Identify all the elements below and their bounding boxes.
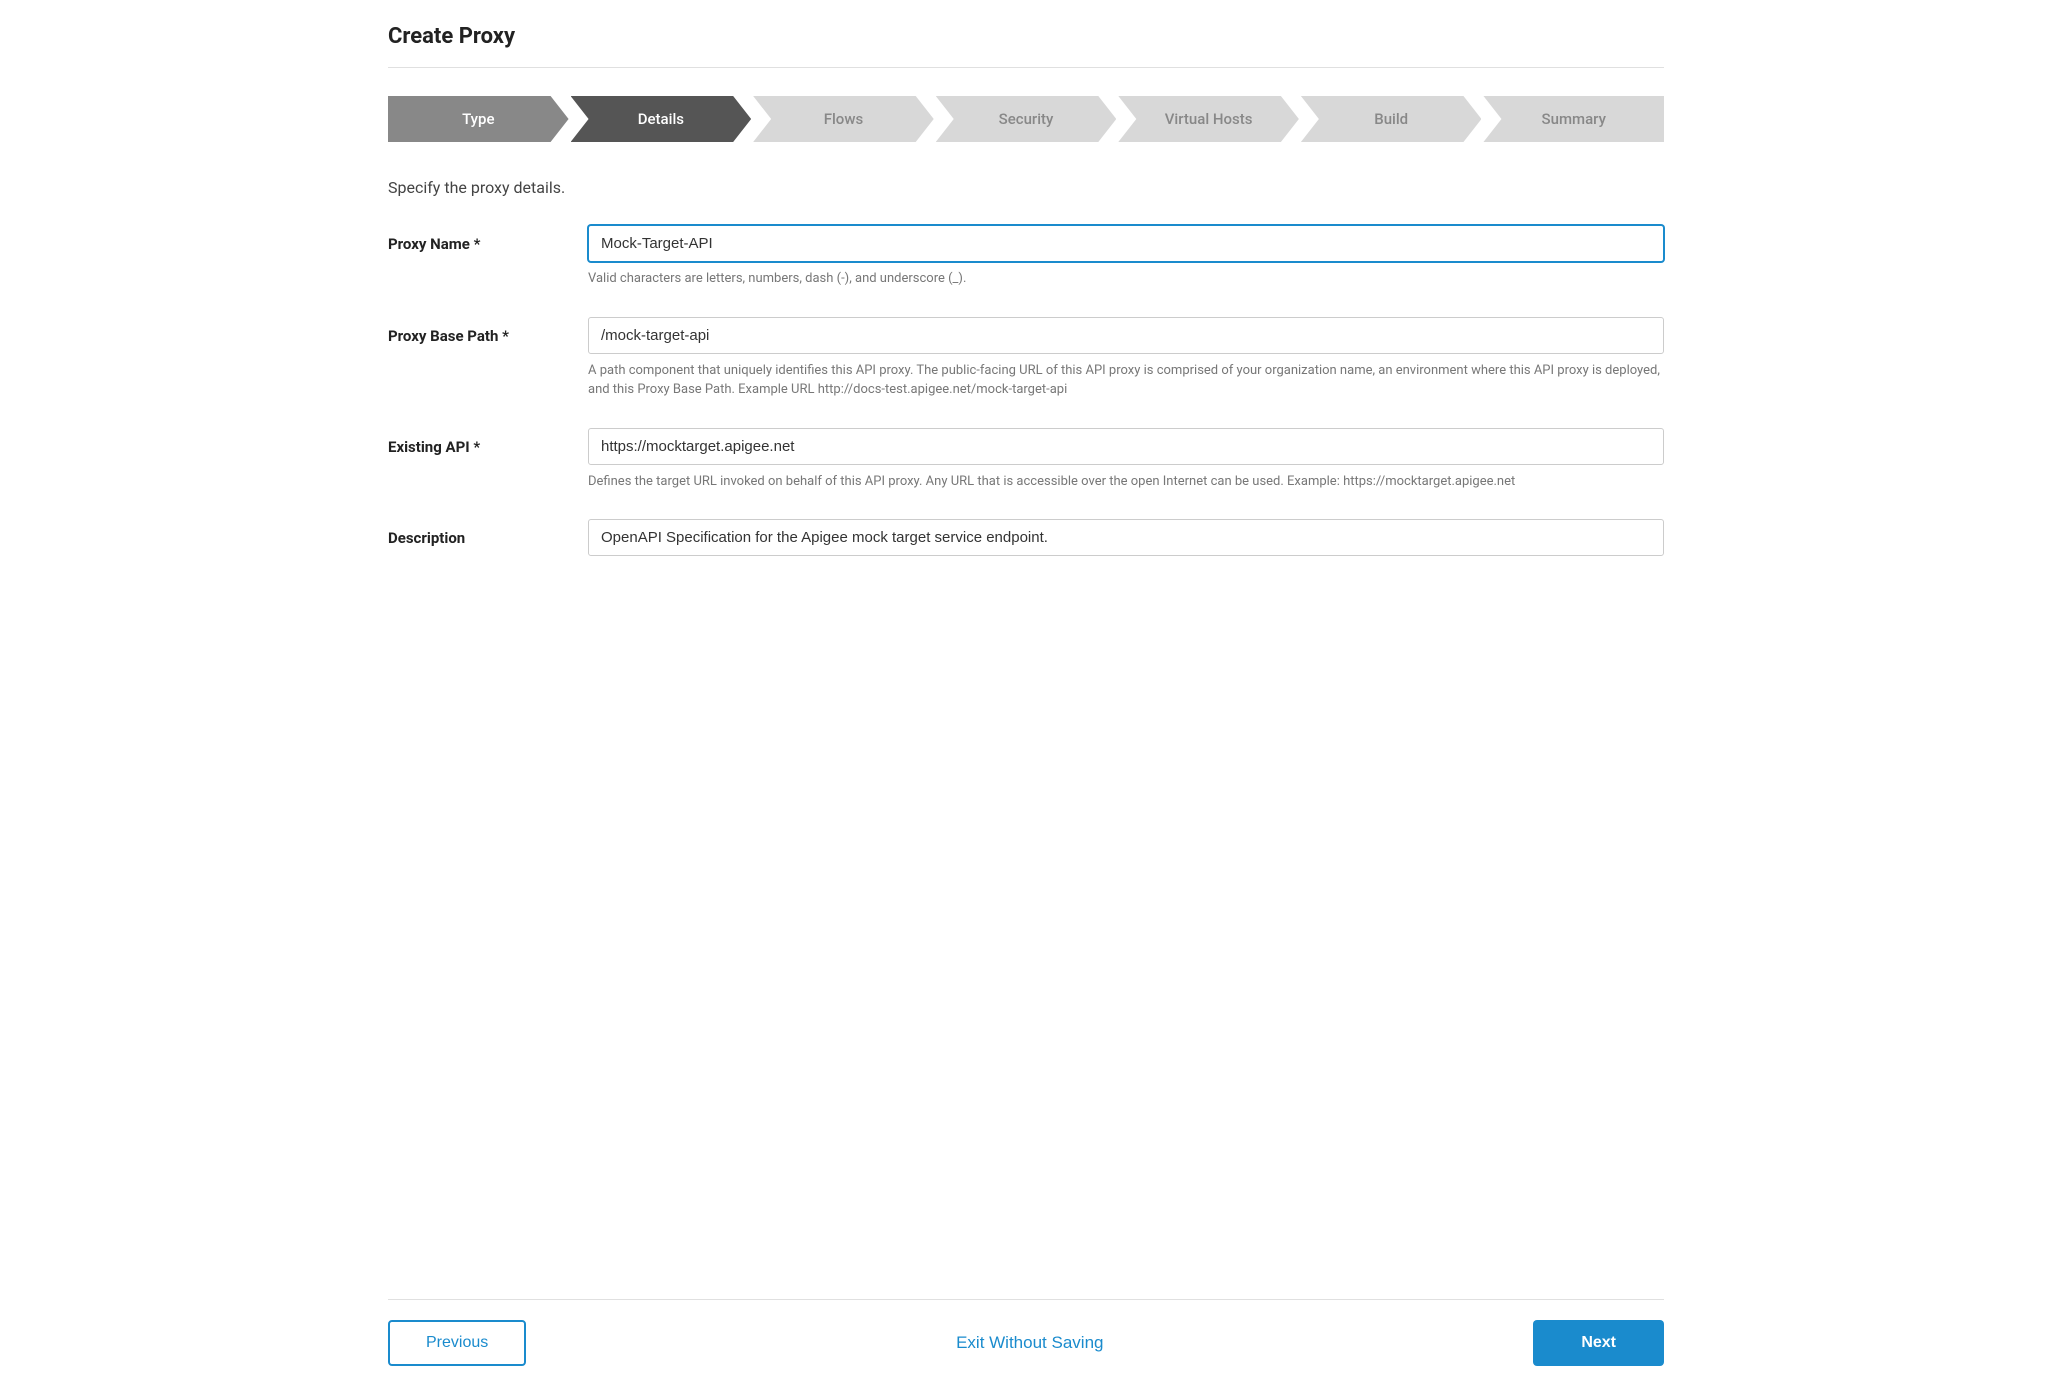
proxy-base-path-label: Proxy Base Path * bbox=[388, 317, 588, 345]
proxy-base-path-input[interactable] bbox=[588, 317, 1664, 354]
proxy-name-input[interactable] bbox=[588, 225, 1664, 262]
step-flows-label: Flows bbox=[824, 110, 863, 128]
existing-api-input[interactable] bbox=[588, 428, 1664, 465]
page-title: Create Proxy bbox=[388, 24, 1664, 49]
step-summary-label: Summary bbox=[1542, 110, 1606, 128]
proxy-name-label: Proxy Name * bbox=[388, 225, 588, 253]
existing-api-field-wrapper: Defines the target URL invoked on behalf… bbox=[588, 428, 1664, 492]
proxy-name-hint: Valid characters are letters, numbers, d… bbox=[588, 269, 1664, 289]
step-build[interactable]: Build bbox=[1301, 96, 1482, 142]
step-type[interactable]: Type bbox=[388, 96, 569, 142]
stepper: Type Details Flows Security Virtual Host… bbox=[388, 96, 1664, 142]
step-build-label: Build bbox=[1374, 110, 1408, 128]
step-type-label: Type bbox=[462, 110, 494, 128]
proxy-base-path-row: Proxy Base Path * A path component that … bbox=[388, 317, 1664, 400]
step-security-label: Security bbox=[999, 110, 1054, 128]
existing-api-label: Existing API * bbox=[388, 428, 588, 456]
step-summary[interactable]: Summary bbox=[1483, 96, 1664, 142]
section-subtitle: Specify the proxy details. bbox=[388, 178, 1664, 197]
step-details-label: Details bbox=[638, 110, 684, 128]
title-divider bbox=[388, 67, 1664, 68]
next-button[interactable]: Next bbox=[1533, 1320, 1664, 1366]
proxy-base-path-hint: A path component that uniquely identifie… bbox=[588, 361, 1664, 400]
previous-button[interactable]: Previous bbox=[388, 1320, 526, 1366]
step-flows[interactable]: Flows bbox=[753, 96, 934, 142]
form-section: Specify the proxy details. Proxy Name * … bbox=[388, 178, 1664, 1299]
proxy-name-field-wrapper: Valid characters are letters, numbers, d… bbox=[588, 225, 1664, 289]
step-virtual-hosts-label: Virtual Hosts bbox=[1165, 110, 1253, 128]
proxy-name-row: Proxy Name * Valid characters are letter… bbox=[388, 225, 1664, 289]
description-row: Description bbox=[388, 519, 1664, 556]
description-field-wrapper bbox=[588, 519, 1664, 556]
existing-api-required: * bbox=[473, 438, 480, 456]
step-virtual-hosts[interactable]: Virtual Hosts bbox=[1118, 96, 1299, 142]
proxy-name-required: * bbox=[474, 235, 481, 253]
exit-button[interactable]: Exit Without Saving bbox=[956, 1333, 1103, 1353]
proxy-base-path-field-wrapper: A path component that uniquely identifie… bbox=[588, 317, 1664, 400]
existing-api-hint: Defines the target URL invoked on behalf… bbox=[588, 472, 1664, 492]
existing-api-row: Existing API * Defines the target URL in… bbox=[388, 428, 1664, 492]
step-details[interactable]: Details bbox=[571, 96, 752, 142]
description-label: Description bbox=[388, 519, 588, 547]
description-input[interactable] bbox=[588, 519, 1664, 556]
proxy-base-path-required: * bbox=[502, 327, 509, 345]
step-security[interactable]: Security bbox=[936, 96, 1117, 142]
footer: Previous Exit Without Saving Next bbox=[388, 1299, 1664, 1386]
